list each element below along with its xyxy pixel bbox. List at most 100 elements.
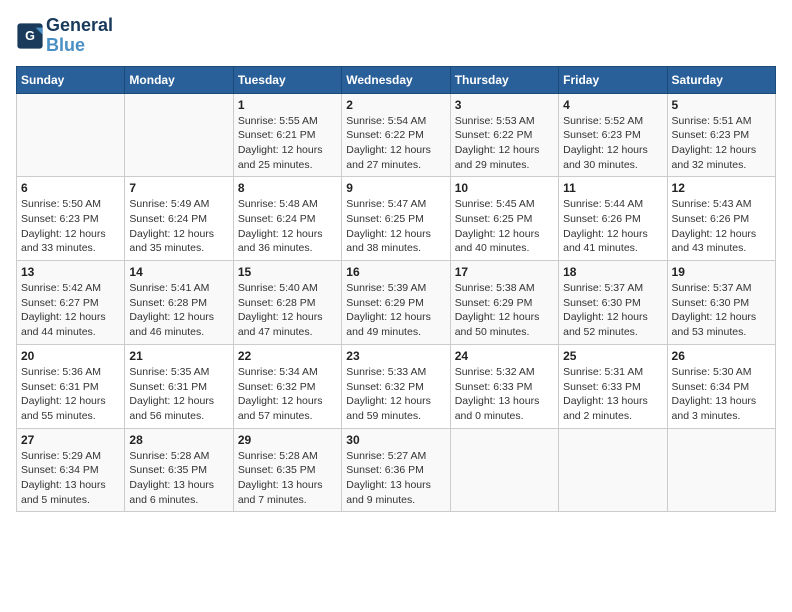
day-number: 8 (238, 181, 337, 195)
day-number: 24 (455, 349, 554, 363)
calendar-day-cell: 17 Sunrise: 5:38 AM Sunset: 6:29 PM Dayli… (450, 261, 558, 345)
day-info: Sunrise: 5:39 AM Sunset: 6:29 PM Dayligh… (346, 281, 445, 340)
calendar-day-cell: 3 Sunrise: 5:53 AM Sunset: 6:22 PM Daylig… (450, 93, 558, 177)
day-info: Sunrise: 5:28 AM Sunset: 6:35 PM Dayligh… (129, 449, 228, 508)
day-info: Sunrise: 5:43 AM Sunset: 6:26 PM Dayligh… (672, 197, 771, 256)
day-info: Sunrise: 5:34 AM Sunset: 6:32 PM Dayligh… (238, 365, 337, 424)
day-number: 9 (346, 181, 445, 195)
weekday-header-cell: Monday (125, 66, 233, 93)
weekday-header-cell: Wednesday (342, 66, 450, 93)
logo-text: General Blue (46, 16, 113, 56)
day-number: 4 (563, 98, 662, 112)
day-info: Sunrise: 5:49 AM Sunset: 6:24 PM Dayligh… (129, 197, 228, 256)
day-info: Sunrise: 5:41 AM Sunset: 6:28 PM Dayligh… (129, 281, 228, 340)
day-number: 14 (129, 265, 228, 279)
day-number: 20 (21, 349, 120, 363)
calendar-day-cell (450, 428, 558, 512)
day-number: 1 (238, 98, 337, 112)
day-info: Sunrise: 5:30 AM Sunset: 6:34 PM Dayligh… (672, 365, 771, 424)
day-info: Sunrise: 5:52 AM Sunset: 6:23 PM Dayligh… (563, 114, 662, 173)
day-info: Sunrise: 5:51 AM Sunset: 6:23 PM Dayligh… (672, 114, 771, 173)
day-number: 21 (129, 349, 228, 363)
calendar-day-cell (17, 93, 125, 177)
calendar-day-cell: 8 Sunrise: 5:48 AM Sunset: 6:24 PM Daylig… (233, 177, 341, 261)
day-info: Sunrise: 5:50 AM Sunset: 6:23 PM Dayligh… (21, 197, 120, 256)
calendar-day-cell: 12 Sunrise: 5:43 AM Sunset: 6:26 PM Dayli… (667, 177, 775, 261)
day-number: 18 (563, 265, 662, 279)
day-info: Sunrise: 5:33 AM Sunset: 6:32 PM Dayligh… (346, 365, 445, 424)
day-info: Sunrise: 5:36 AM Sunset: 6:31 PM Dayligh… (21, 365, 120, 424)
day-number: 25 (563, 349, 662, 363)
day-info: Sunrise: 5:32 AM Sunset: 6:33 PM Dayligh… (455, 365, 554, 424)
day-info: Sunrise: 5:42 AM Sunset: 6:27 PM Dayligh… (21, 281, 120, 340)
day-number: 5 (672, 98, 771, 112)
day-number: 10 (455, 181, 554, 195)
calendar-day-cell: 23 Sunrise: 5:33 AM Sunset: 6:32 PM Dayli… (342, 344, 450, 428)
day-info: Sunrise: 5:47 AM Sunset: 6:25 PM Dayligh… (346, 197, 445, 256)
day-info: Sunrise: 5:53 AM Sunset: 6:22 PM Dayligh… (455, 114, 554, 173)
calendar-day-cell: 9 Sunrise: 5:47 AM Sunset: 6:25 PM Daylig… (342, 177, 450, 261)
day-info: Sunrise: 5:37 AM Sunset: 6:30 PM Dayligh… (672, 281, 771, 340)
day-number: 12 (672, 181, 771, 195)
weekday-header-cell: Friday (559, 66, 667, 93)
weekday-header-cell: Tuesday (233, 66, 341, 93)
day-info: Sunrise: 5:28 AM Sunset: 6:35 PM Dayligh… (238, 449, 337, 508)
day-number: 30 (346, 433, 445, 447)
calendar-day-cell: 22 Sunrise: 5:34 AM Sunset: 6:32 PM Dayli… (233, 344, 341, 428)
calendar-day-cell: 28Sunrise: 5:28 AM Sunset: 6:35 PM Dayli… (125, 428, 233, 512)
calendar-day-cell: 19Sunrise: 5:37 AM Sunset: 6:30 PM Dayli… (667, 261, 775, 345)
calendar-day-cell: 18 Sunrise: 5:37 AM Sunset: 6:30 PM Dayli… (559, 261, 667, 345)
logo-icon: G (16, 22, 44, 50)
calendar-day-cell: 30Sunrise: 5:27 AM Sunset: 6:36 PM Dayli… (342, 428, 450, 512)
calendar-day-cell: 26 Sunrise: 5:30 AM Sunset: 6:34 PM Dayli… (667, 344, 775, 428)
day-number: 27 (21, 433, 120, 447)
day-info: Sunrise: 5:40 AM Sunset: 6:28 PM Dayligh… (238, 281, 337, 340)
calendar-day-cell: 2 Sunrise: 5:54 AM Sunset: 6:22 PM Daylig… (342, 93, 450, 177)
calendar-week-row: 13Sunrise: 5:42 AM Sunset: 6:27 PM Dayli… (17, 261, 776, 345)
calendar-week-row: 1 Sunrise: 5:55 AM Sunset: 6:21 PM Daylig… (17, 93, 776, 177)
calendar-day-cell (667, 428, 775, 512)
day-info: Sunrise: 5:29 AM Sunset: 6:34 PM Dayligh… (21, 449, 120, 508)
calendar-day-cell: 27 Sunrise: 5:29 AM Sunset: 6:34 PM Dayli… (17, 428, 125, 512)
calendar-table: SundayMondayTuesdayWednesdayThursdayFrid… (16, 66, 776, 513)
calendar-day-cell: 15 Sunrise: 5:40 AM Sunset: 6:28 PM Dayli… (233, 261, 341, 345)
calendar-day-cell: 29 Sunrise: 5:28 AM Sunset: 6:35 PM Dayli… (233, 428, 341, 512)
calendar-day-cell: 24 Sunrise: 5:32 AM Sunset: 6:33 PM Dayli… (450, 344, 558, 428)
day-info: Sunrise: 5:55 AM Sunset: 6:21 PM Dayligh… (238, 114, 337, 173)
day-info: Sunrise: 5:38 AM Sunset: 6:29 PM Dayligh… (455, 281, 554, 340)
day-info: Sunrise: 5:44 AM Sunset: 6:26 PM Dayligh… (563, 197, 662, 256)
day-number: 16 (346, 265, 445, 279)
day-info: Sunrise: 5:54 AM Sunset: 6:22 PM Dayligh… (346, 114, 445, 173)
calendar-day-cell: 21 Sunrise: 5:35 AM Sunset: 6:31 PM Dayli… (125, 344, 233, 428)
calendar-day-cell: 1 Sunrise: 5:55 AM Sunset: 6:21 PM Daylig… (233, 93, 341, 177)
calendar-week-row: 6Sunrise: 5:50 AM Sunset: 6:23 PM Daylig… (17, 177, 776, 261)
page-header: G General Blue (16, 16, 776, 56)
calendar-day-cell: 13Sunrise: 5:42 AM Sunset: 6:27 PM Dayli… (17, 261, 125, 345)
day-info: Sunrise: 5:37 AM Sunset: 6:30 PM Dayligh… (563, 281, 662, 340)
day-number: 7 (129, 181, 228, 195)
calendar-day-cell (125, 93, 233, 177)
calendar-day-cell: 6Sunrise: 5:50 AM Sunset: 6:23 PM Daylig… (17, 177, 125, 261)
calendar-day-cell: 16 Sunrise: 5:39 AM Sunset: 6:29 PM Dayli… (342, 261, 450, 345)
day-number: 29 (238, 433, 337, 447)
calendar-day-cell: 11 Sunrise: 5:44 AM Sunset: 6:26 PM Dayli… (559, 177, 667, 261)
day-number: 2 (346, 98, 445, 112)
day-number: 26 (672, 349, 771, 363)
day-info: Sunrise: 5:48 AM Sunset: 6:24 PM Dayligh… (238, 197, 337, 256)
calendar-day-cell: 25 Sunrise: 5:31 AM Sunset: 6:33 PM Dayli… (559, 344, 667, 428)
weekday-header-cell: Saturday (667, 66, 775, 93)
calendar-day-cell: 7 Sunrise: 5:49 AM Sunset: 6:24 PM Daylig… (125, 177, 233, 261)
day-number: 17 (455, 265, 554, 279)
day-number: 11 (563, 181, 662, 195)
day-info: Sunrise: 5:31 AM Sunset: 6:33 PM Dayligh… (563, 365, 662, 424)
day-number: 23 (346, 349, 445, 363)
day-info: Sunrise: 5:35 AM Sunset: 6:31 PM Dayligh… (129, 365, 228, 424)
day-number: 22 (238, 349, 337, 363)
weekday-header-cell: Thursday (450, 66, 558, 93)
day-number: 15 (238, 265, 337, 279)
calendar-day-cell: 20 Sunrise: 5:36 AM Sunset: 6:31 PM Dayli… (17, 344, 125, 428)
day-number: 3 (455, 98, 554, 112)
day-info: Sunrise: 5:45 AM Sunset: 6:25 PM Dayligh… (455, 197, 554, 256)
calendar-day-cell: 5 Sunrise: 5:51 AM Sunset: 6:23 PM Daylig… (667, 93, 775, 177)
calendar-week-row: 20 Sunrise: 5:36 AM Sunset: 6:31 PM Dayli… (17, 344, 776, 428)
